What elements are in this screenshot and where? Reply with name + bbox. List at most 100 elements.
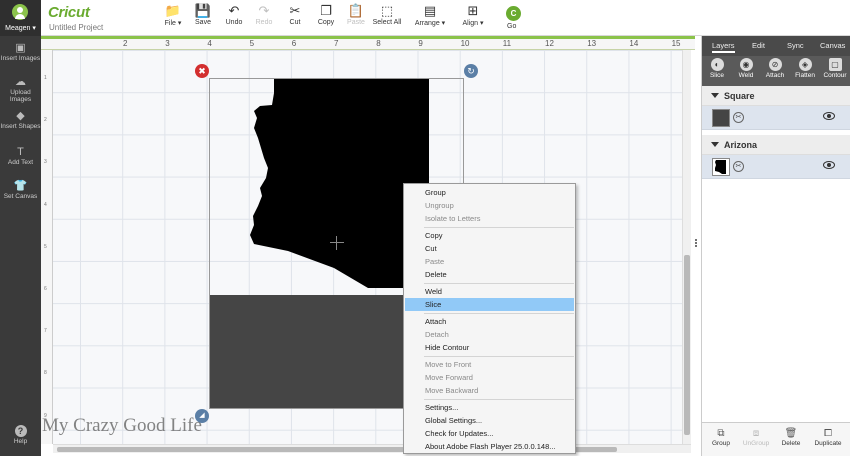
layer-group-label: Square (724, 91, 755, 101)
collapse-caret-icon[interactable] (711, 142, 719, 147)
contour-button[interactable]: ▢ Contour (822, 58, 848, 79)
attach-button[interactable]: ⊘ Attach (763, 58, 787, 79)
cut-label: Cut (289, 19, 301, 26)
layer-row-square[interactable]: ✂ (702, 106, 850, 130)
menu-item-hide-contour[interactable]: Hide Contour (405, 341, 574, 354)
menu-item-global-settings[interactable]: Global Settings... (405, 414, 574, 427)
arrange-menu-button[interactable]: ▤ Arrange ▾ (413, 3, 447, 33)
upload-images-button[interactable]: ☁ Upload Images (0, 76, 41, 103)
menu-item-group[interactable]: Group (405, 186, 574, 199)
menu-item-ungroup[interactable]: Ungroup (405, 199, 574, 212)
menu-item-move-forward[interactable]: Move Forward (405, 371, 574, 384)
file-menu-button[interactable]: 📁 File ▾ (162, 3, 184, 33)
redo-button[interactable]: ↷ Redo (253, 3, 275, 33)
menu-separator (424, 399, 574, 400)
ungroup-button[interactable]: ⧈ UnGroup (742, 427, 770, 447)
ruler-top-number: 9 (418, 39, 423, 48)
set-canvas-label: Set Canvas (3, 193, 38, 200)
rotate-handle-icon[interactable]: ↻ (464, 64, 478, 78)
cut-linetype-icon[interactable]: ✂ (733, 161, 744, 172)
insert-images-button[interactable]: ▣ Insert Images (0, 42, 41, 62)
duplicate-button[interactable]: ⧠ Duplicate (812, 427, 844, 447)
delete-label: Delete (781, 440, 801, 447)
arrange-icon: ▤ (423, 3, 437, 18)
layer-group-arizona[interactable]: Arizona (702, 135, 850, 155)
add-text-button[interactable]: T Add Text (0, 146, 41, 166)
ruler-top-number: 14 (629, 39, 639, 48)
paste-button[interactable]: 📋 Paste (345, 3, 367, 33)
go-button[interactable]: C (506, 6, 521, 21)
flatten-label: Flatten (795, 72, 815, 79)
menu-item-delete[interactable]: Delete (405, 268, 574, 281)
menu-item-detach[interactable]: Detach (405, 328, 574, 341)
project-name[interactable]: Untitled Project (49, 23, 103, 32)
ruler-top: 2 3 4 5 6 7 8 9 10 11 12 13 14 15 (41, 36, 695, 50)
menu-item-settings[interactable]: Settings... (405, 401, 574, 414)
ruler-top-number: 2 (123, 39, 128, 48)
menu-item-attach[interactable]: Attach (405, 315, 574, 328)
ruler-top-number: 15 (671, 39, 681, 48)
vertical-scrollbar[interactable] (682, 50, 691, 444)
collapse-caret-icon[interactable] (711, 93, 719, 98)
cut-icon: ✂ (289, 3, 301, 18)
insert-shapes-button[interactable]: ◆ Insert Shapes (0, 110, 41, 130)
go-label: Go (507, 23, 517, 30)
horizontal-scrollbar[interactable] (53, 444, 691, 453)
menu-item-paste[interactable]: Paste (405, 255, 574, 268)
tab-layers[interactable]: Layers (712, 41, 735, 53)
menu-item-about-flash[interactable]: About Adobe Flash Player 25.0.0.148... (405, 440, 574, 453)
save-button[interactable]: 💾 Save (192, 3, 214, 33)
menu-item-slice[interactable]: Slice (405, 298, 574, 311)
help-label: Help (13, 438, 28, 445)
layer-group-label: Arizona (724, 140, 758, 150)
copy-button[interactable]: ❐ Copy (315, 3, 337, 33)
delete-handle-icon[interactable]: ✖ (195, 64, 209, 78)
layer-row-arizona[interactable]: ✂ (702, 155, 850, 179)
menu-separator (424, 283, 574, 284)
group-button[interactable]: ⧉ Group (710, 427, 732, 447)
select-all-button[interactable]: ⬚ Select All (372, 3, 402, 33)
menu-item-cut[interactable]: Cut (405, 242, 574, 255)
save-label: Save (195, 19, 211, 26)
visibility-eye-icon[interactable] (823, 112, 835, 120)
paste-label: Paste (347, 19, 365, 26)
duplicate-icon: ⧠ (824, 428, 832, 439)
panel-bottom-bar: ⧉ Group ⧈ UnGroup 🗑 Delete ⧠ Duplicate (702, 422, 850, 456)
ruler-top-number: 11 (502, 39, 512, 48)
redo-label: Redo (255, 19, 273, 26)
tab-sync[interactable]: Sync (787, 41, 804, 50)
layer-group-square[interactable]: Square (702, 86, 850, 106)
weld-icon: ◉ (739, 58, 753, 71)
layer-tools: ◐ Slice ◉ Weld ⊘ Attach ◈ Flatten ▢ Cont… (702, 56, 850, 86)
panel-splitter-handle[interactable] (693, 238, 699, 250)
align-menu-button[interactable]: ⊞ Align ▾ (460, 3, 486, 33)
menu-item-isolate-letters[interactable]: Isolate to Letters (405, 212, 574, 225)
cut-button[interactable]: ✂ Cut (285, 3, 305, 33)
help-button[interactable]: ? Help (0, 425, 41, 445)
menu-item-move-backward[interactable]: Move Backward (405, 384, 574, 397)
group-label: Group (711, 440, 731, 447)
avatar-icon (12, 4, 28, 20)
tab-edit[interactable]: Edit (752, 41, 765, 50)
ruler-left-number: 6 (44, 286, 47, 292)
contour-icon: ▢ (828, 58, 842, 71)
weld-button[interactable]: ◉ Weld (735, 58, 757, 79)
user-menu[interactable]: Meagen ▾ (0, 0, 41, 36)
menu-item-check-updates[interactable]: Check for Updates... (405, 427, 574, 440)
undo-button[interactable]: ↶ Undo (223, 3, 245, 33)
cut-linetype-icon[interactable]: ✂ (733, 112, 744, 123)
select-all-label: Select All (372, 19, 402, 26)
upload-images-label: Upload Images (9, 89, 32, 103)
set-canvas-button[interactable]: 👕 Set Canvas (0, 180, 41, 200)
visibility-eye-icon[interactable] (823, 161, 835, 169)
menu-item-move-to-front[interactable]: Move to Front (405, 358, 574, 371)
flatten-button[interactable]: ◈ Flatten (793, 58, 817, 79)
menu-item-weld[interactable]: Weld (405, 285, 574, 298)
menu-item-copy[interactable]: Copy (405, 229, 574, 242)
undo-label: Undo (225, 19, 243, 26)
delete-button[interactable]: 🗑 Delete (780, 427, 802, 447)
vertical-scroll-thumb[interactable] (684, 255, 690, 435)
select-all-icon: ⬚ (380, 3, 394, 18)
tab-canvas[interactable]: Canvas (820, 41, 845, 50)
slice-button[interactable]: ◐ Slice (706, 58, 728, 79)
